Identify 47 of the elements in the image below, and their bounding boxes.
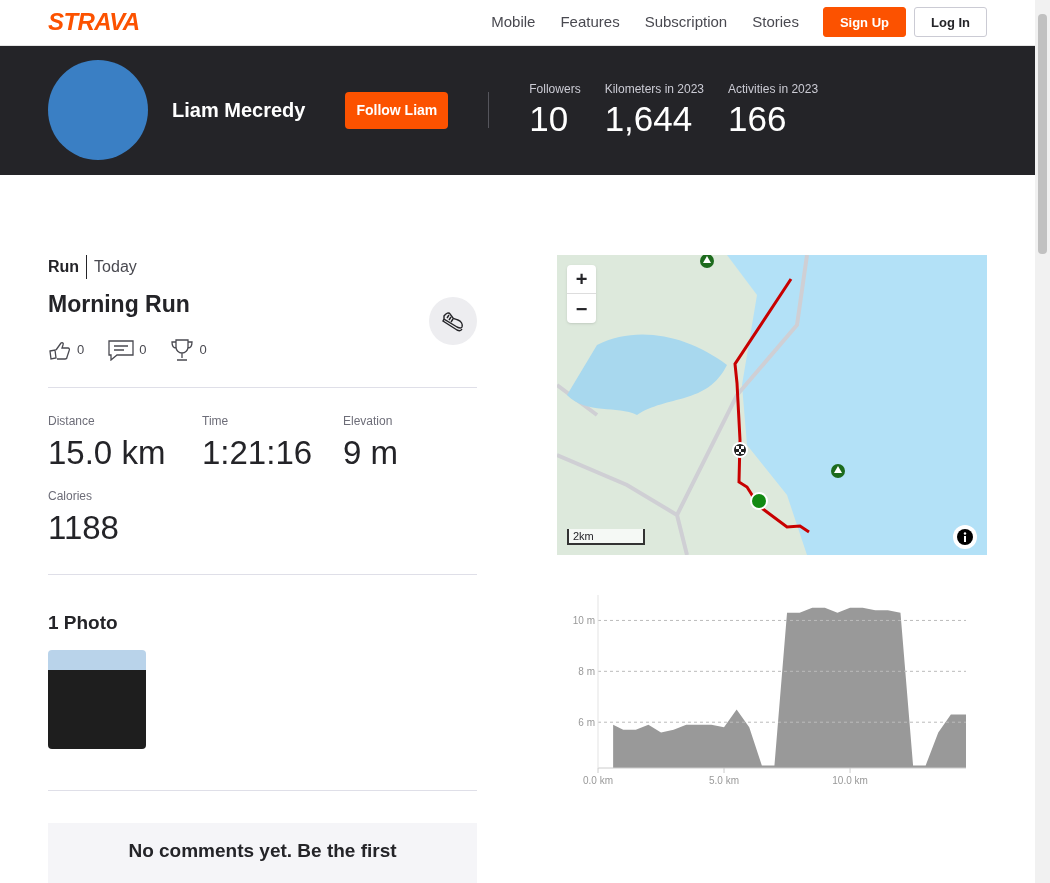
activity-date: Today <box>93 257 137 277</box>
stat-value: 15.0 km <box>48 432 167 473</box>
axis-label: 10 m <box>572 615 595 627</box>
scrollbar[interactable] <box>1035 0 1050 883</box>
stat-label: Calories <box>48 487 93 505</box>
park-icon <box>831 464 845 478</box>
axis-label: 8 m <box>578 666 595 678</box>
axis-label: 5.0 km <box>709 775 740 786</box>
axis-label: 6 m <box>578 717 595 729</box>
shoe-icon <box>429 297 477 345</box>
stat-label: Time <box>202 412 230 430</box>
axis-label: 10.0 km <box>832 775 868 786</box>
stat-label: Followers <box>529 81 581 99</box>
nav-link[interactable]: Subscription <box>644 11 728 34</box>
axis-label: 0.0 km <box>583 775 613 786</box>
finish-flag-icon <box>732 442 748 458</box>
empty-comments-message: No comments yet. Be the first <box>128 839 397 863</box>
athlete-name: Liam Mecredy <box>172 98 306 124</box>
stat-label: Activities in 2023 <box>728 81 819 99</box>
activity-type: Run <box>48 255 88 279</box>
stat-label: Kilometers in 2023 <box>604 81 705 99</box>
kudos-count: 0 <box>77 340 85 359</box>
nav-link[interactable]: Stories <box>752 11 799 34</box>
park-icon <box>700 255 714 268</box>
route-map[interactable]: + − 2km <box>557 255 987 555</box>
zoom-out-button[interactable]: − <box>567 294 596 323</box>
stat-label: Elevation <box>343 412 394 430</box>
comment-icon[interactable] <box>108 338 135 361</box>
comment-count: 0 <box>139 340 147 359</box>
trophy-icon <box>170 337 195 362</box>
stat-value: 1188 <box>48 507 120 548</box>
activity-title: Morning Run <box>48 290 191 319</box>
stat-value: 10 <box>529 98 570 141</box>
stat-label: Distance <box>48 412 96 430</box>
photos-heading: 1 Photo <box>48 610 119 635</box>
nav-link[interactable]: Features <box>560 11 620 34</box>
start-marker <box>750 492 768 510</box>
nav-link[interactable]: Mobile <box>491 11 536 34</box>
log-in-button[interactable]: Log In <box>914 7 987 38</box>
photo-placeholder[interactable] <box>48 650 146 749</box>
zoom-in-button[interactable]: + <box>567 265 596 294</box>
stat-value: 166 <box>728 98 788 141</box>
stat-value: 1:21:16 <box>202 432 314 473</box>
stat-value: 1,644 <box>604 98 694 141</box>
stat-value: 9 m <box>343 432 399 473</box>
map-scale: 2km <box>567 529 645 545</box>
achievement-count: 0 <box>199 340 207 359</box>
